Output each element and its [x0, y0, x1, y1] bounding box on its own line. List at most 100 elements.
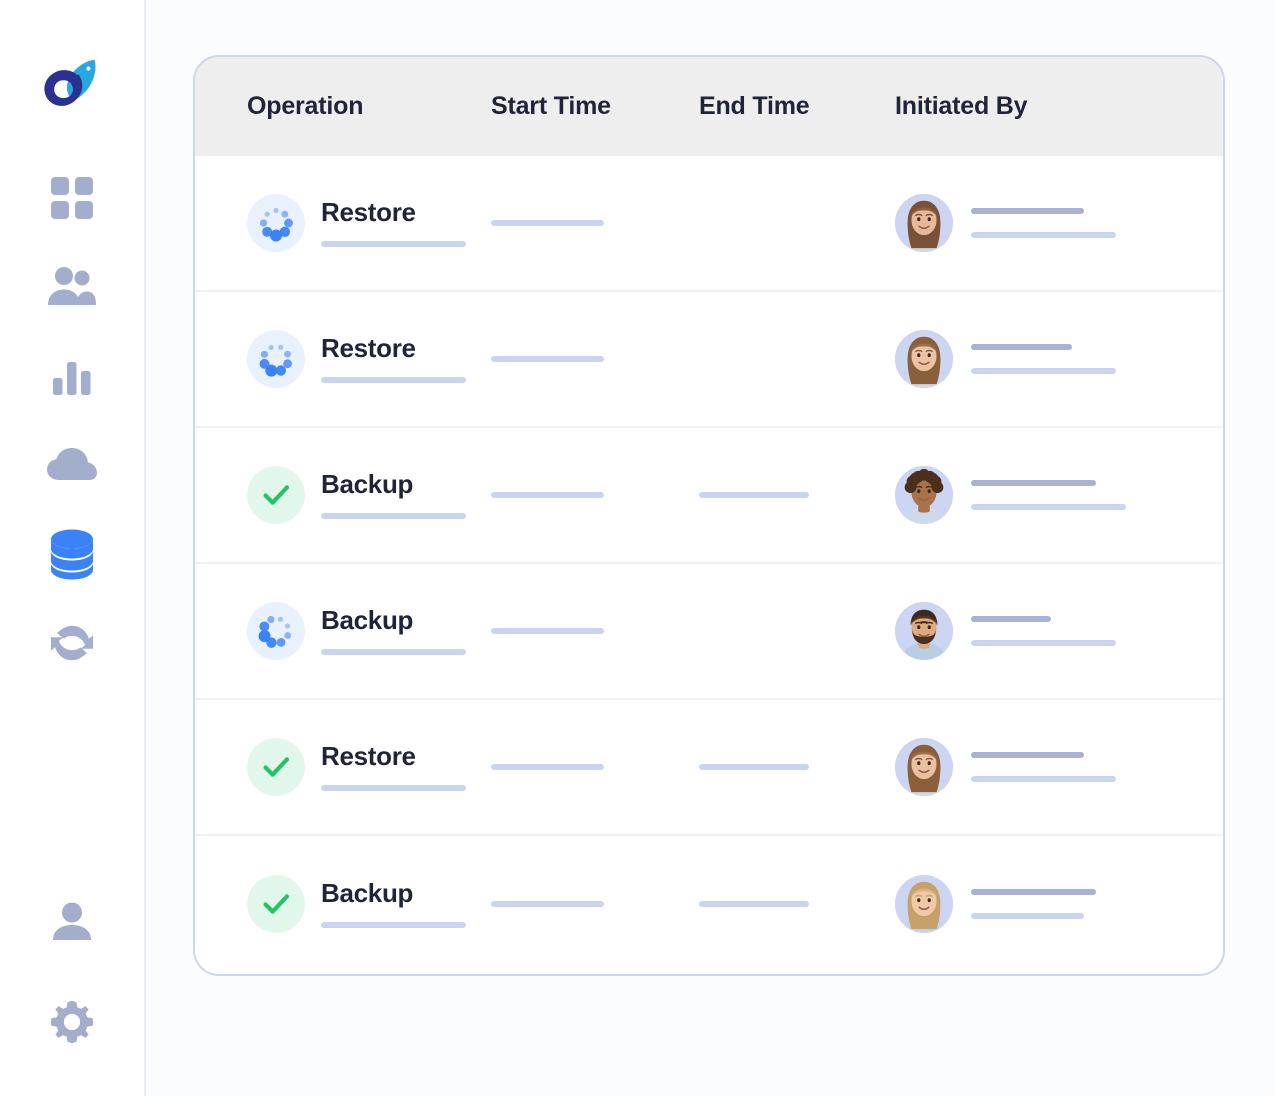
operation-label: Restore — [321, 333, 416, 364]
refresh-sync-icon — [49, 620, 95, 671]
sidebar-item-settings[interactable] — [36, 988, 108, 1060]
cell-operation: Backup — [195, 602, 491, 660]
sidebar-item-analytics[interactable] — [36, 342, 108, 414]
sidebar-item-sync[interactable] — [36, 609, 108, 681]
cell-initiated-by — [895, 466, 1223, 524]
cell-start-time — [491, 220, 699, 226]
user-detail-placeholder — [971, 232, 1116, 238]
start-time-placeholder — [491, 901, 604, 907]
cell-operation: Restore — [195, 738, 491, 796]
cell-initiated-by — [895, 330, 1223, 388]
cell-initiated-by — [895, 738, 1223, 796]
operation-detail-placeholder — [321, 921, 466, 928]
sidebar-secondary-nav — [0, 888, 144, 1060]
end-time-placeholder — [699, 492, 809, 498]
operation-detail-placeholder — [321, 512, 466, 519]
table-row[interactable]: Backup — [195, 564, 1223, 700]
check-circle-icon — [247, 875, 305, 933]
avatar[interactable] — [895, 602, 953, 660]
sidebar-item-users[interactable] — [36, 253, 108, 325]
cell-operation: Backup — [195, 466, 491, 524]
operation-detail-placeholder — [321, 376, 466, 383]
operation-detail-placeholder — [321, 648, 466, 655]
table-row[interactable]: Restore — [195, 156, 1223, 292]
user-placeholder-lines — [971, 208, 1116, 238]
avatar[interactable] — [895, 330, 953, 388]
sidebar-item-dashboard[interactable] — [36, 164, 108, 236]
user-name-placeholder — [971, 208, 1084, 214]
column-header-end-time: End Time — [699, 92, 810, 120]
cell-start-time — [491, 492, 699, 498]
check-circle-icon — [247, 466, 305, 524]
avatar[interactable] — [895, 738, 953, 796]
sidebar-item-cloud[interactable] — [36, 431, 108, 503]
operation-label: Backup — [321, 878, 414, 909]
cell-start-time — [491, 901, 699, 907]
user-name-placeholder — [971, 889, 1096, 895]
check-circle-icon — [247, 738, 305, 796]
user-placeholder-lines — [971, 752, 1116, 782]
main-content: Operation Start Time End Time Initiated … — [146, 0, 1274, 1096]
end-time-placeholder — [699, 764, 809, 770]
rocket-logo[interactable] — [36, 48, 108, 120]
spinner-icon — [247, 194, 305, 252]
user-placeholder-lines — [971, 344, 1116, 374]
table-header-row: Operation Start Time End Time Initiated … — [195, 57, 1223, 156]
cell-end-time — [699, 901, 895, 907]
bar-chart-icon — [50, 354, 94, 403]
start-time-placeholder — [491, 764, 604, 770]
operation-detail-placeholder — [321, 240, 466, 247]
user-profile-icon — [50, 900, 94, 949]
table-row[interactable]: Restore — [195, 292, 1223, 428]
people-icon — [46, 265, 98, 314]
cell-operation: Restore — [195, 330, 491, 388]
database-icon — [49, 528, 95, 585]
operation-block: Backup — [321, 607, 466, 655]
sidebar-item-profile[interactable] — [36, 888, 108, 960]
operations-table-card: Operation Start Time End Time Initiated … — [193, 55, 1225, 976]
avatar[interactable] — [895, 875, 953, 933]
user-placeholder-lines — [971, 480, 1126, 510]
grid-dashboard-icon — [48, 174, 96, 227]
user-detail-placeholder — [971, 368, 1116, 374]
end-time-placeholder — [699, 901, 809, 907]
column-header-initiated-by: Initiated By — [895, 92, 1028, 120]
user-detail-placeholder — [971, 640, 1116, 646]
table-row[interactable]: Backup — [195, 428, 1223, 564]
cell-initiated-by — [895, 602, 1223, 660]
cell-initiated-by — [895, 875, 1223, 933]
user-name-placeholder — [971, 344, 1072, 350]
cell-operation: Backup — [195, 875, 491, 933]
cell-start-time — [491, 356, 699, 362]
cell-start-time — [491, 764, 699, 770]
table-row[interactable]: Restore — [195, 700, 1223, 836]
avatar[interactable] — [895, 194, 953, 252]
user-detail-placeholder — [971, 504, 1126, 510]
avatar[interactable] — [895, 466, 953, 524]
sidebar-item-database[interactable] — [36, 520, 108, 592]
start-time-placeholder — [491, 628, 604, 634]
spinner-icon — [247, 602, 305, 660]
cloud-icon — [46, 447, 98, 488]
column-header-operation: Operation — [247, 92, 364, 120]
operation-label: Restore — [321, 197, 416, 228]
user-detail-placeholder — [971, 913, 1084, 919]
operation-block: Restore — [321, 743, 466, 791]
sidebar — [0, 0, 146, 1096]
gear-settings-icon — [49, 999, 95, 1050]
cell-end-time — [699, 764, 895, 770]
cell-end-time — [699, 492, 895, 498]
start-time-placeholder — [491, 492, 604, 498]
spinner-icon — [247, 330, 305, 388]
user-placeholder-lines — [971, 889, 1096, 919]
operation-block: Backup — [321, 471, 466, 519]
app-root: Operation Start Time End Time Initiated … — [0, 0, 1274, 1096]
cell-operation: Restore — [195, 194, 491, 252]
table-row[interactable]: Backup — [195, 836, 1223, 972]
user-name-placeholder — [971, 480, 1096, 486]
operation-detail-placeholder — [321, 784, 466, 791]
operation-block: Restore — [321, 333, 466, 383]
start-time-placeholder — [491, 220, 604, 226]
user-name-placeholder — [971, 752, 1084, 758]
operation-block: Backup — [321, 878, 466, 928]
